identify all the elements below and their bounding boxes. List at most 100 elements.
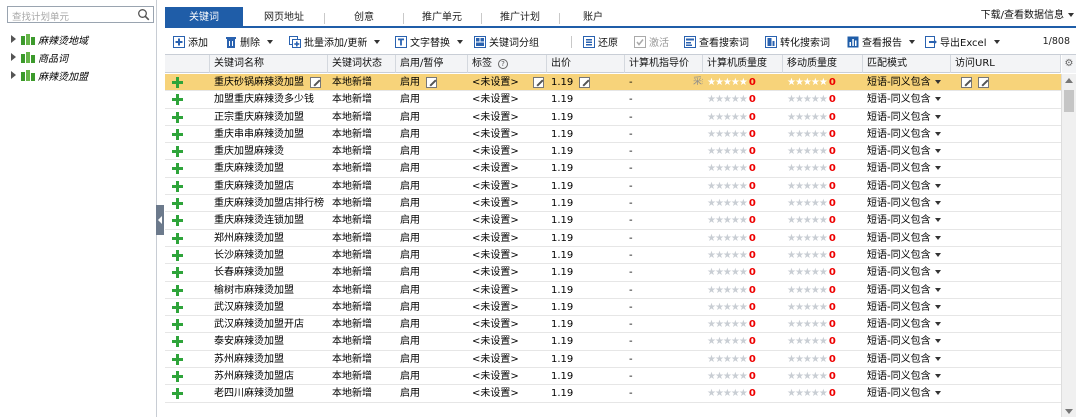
bid-cell[interactable]: 1.19 <box>547 126 625 143</box>
enable-cell[interactable]: 启用 <box>396 316 468 333</box>
bid-cell[interactable]: 1.19 <box>547 368 625 385</box>
visit-url-cell[interactable] <box>951 160 1061 177</box>
enable-cell[interactable]: 启用 <box>396 351 468 368</box>
visit-url-cell[interactable] <box>951 91 1061 108</box>
vertical-scrollbar[interactable] <box>1061 74 1076 417</box>
visit-url-cell[interactable] <box>951 195 1061 212</box>
keyword-name-cell[interactable]: 加盟重庆麻辣烫多少钱 <box>210 91 328 108</box>
keyword-name-cell[interactable]: 武汉麻辣烫加盟 <box>210 299 328 316</box>
visit-url-cell[interactable] <box>951 143 1061 160</box>
column-settings-gear-icon[interactable]: ⚙ <box>1062 55 1076 73</box>
chevron-down-icon[interactable] <box>934 356 941 361</box>
bid-cell[interactable]: 1.19 <box>547 195 625 212</box>
tag-cell[interactable]: <未设置> <box>468 351 547 368</box>
match-mode-cell[interactable]: 短语-同义包含 <box>863 74 951 91</box>
match-mode-cell[interactable]: 短语-同义包含 <box>863 385 951 402</box>
download-data-menu[interactable]: 下载/查看数据信息 <box>981 7 1074 28</box>
chevron-down-icon[interactable] <box>934 131 941 136</box>
edit-pencil-icon[interactable] <box>579 76 591 88</box>
header-pc-quality[interactable]: 计算机质量度 <box>703 55 783 73</box>
visit-url-cell[interactable] <box>951 264 1061 281</box>
visit-url-cell[interactable] <box>951 385 1061 402</box>
add-row-plus-icon[interactable] <box>172 94 183 106</box>
add-row-plus-icon[interactable] <box>172 284 183 296</box>
match-mode-cell[interactable]: 短语-同义包含 <box>863 195 951 212</box>
keyword-name-cell[interactable]: 重庆麻辣烫连锁加盟 <box>210 212 328 229</box>
match-mode-cell[interactable]: 短语-同义包含 <box>863 351 951 368</box>
match-mode-cell[interactable]: 短语-同义包含 <box>863 212 951 229</box>
match-mode-cell[interactable]: 短语-同义包含 <box>863 299 951 316</box>
chevron-down-icon[interactable] <box>934 235 941 240</box>
bid-cell[interactable]: 1.19 <box>547 74 625 91</box>
tree-item-plan-1[interactable]: 商品词 <box>11 48 88 66</box>
tab-keyword[interactable]: 关键词 <box>165 7 243 28</box>
table-row[interactable]: 重庆麻辣烫加盟 本地新增 启用 <未设置> 1.19- ★★★★★ 0 ★★★★★ 0 短语-同义… <box>165 160 1061 178</box>
match-mode-cell[interactable]: 短语-同义包含 <box>863 368 951 385</box>
edit-pencil-icon[interactable] <box>961 76 972 88</box>
visit-url-cell[interactable] <box>951 230 1061 247</box>
expand-arrow-icon[interactable] <box>11 53 16 61</box>
enable-cell[interactable]: 启用 <box>396 212 468 229</box>
visit-url-cell[interactable] <box>951 74 1061 91</box>
enable-cell[interactable]: 启用 <box>396 91 468 108</box>
plan-search-input[interactable]: 查找计划单元 <box>7 6 154 23</box>
table-row[interactable]: 老四川麻辣烫加盟 本地新增 启用 <未设置> 1.19- ★★★★★ 0 ★★★★★ 0 短语-同… <box>165 385 1061 403</box>
keyword-name-cell[interactable]: 武汉麻辣烫加盟开店 <box>210 316 328 333</box>
keyword-name-cell[interactable]: 榆树市麻辣烫加盟 <box>210 282 328 299</box>
keyword-name-cell[interactable]: 重庆麻辣烫加盟店 <box>210 178 328 195</box>
header-enable-pause[interactable]: 启用/暂停 <box>396 55 468 73</box>
enable-cell[interactable]: 启用 <box>396 299 468 316</box>
header-keyword-status[interactable]: 关键词状态 <box>328 55 396 73</box>
chevron-down-icon[interactable] <box>934 322 941 327</box>
match-mode-cell[interactable]: 短语-同义包含 <box>863 91 951 108</box>
match-mode-cell[interactable]: 短语-同义包含 <box>863 264 951 281</box>
tab-account[interactable]: 账户 <box>559 7 627 28</box>
tag-cell[interactable]: <未设置> <box>468 333 547 350</box>
tag-cell[interactable]: <未设置> <box>468 368 547 385</box>
add-row-plus-icon[interactable] <box>172 77 183 88</box>
add-row-plus-icon[interactable] <box>172 198 183 210</box>
enable-cell[interactable]: 启用 <box>396 385 468 402</box>
enable-cell[interactable]: 启用 <box>396 333 468 350</box>
chevron-down-icon[interactable] <box>934 80 941 84</box>
bid-cell[interactable]: 1.19 <box>547 299 625 316</box>
header-tag[interactable]: 标签? <box>468 55 547 73</box>
visit-url-cell[interactable] <box>951 351 1061 368</box>
keyword-name-cell[interactable]: 正宗重庆麻辣烫加盟 <box>210 109 328 126</box>
header-visit-url[interactable]: 访问URL <box>951 55 1061 73</box>
add-row-plus-icon[interactable] <box>172 353 183 365</box>
table-row[interactable]: 重庆串串麻辣烫加盟 本地新增 启用 <未设置> 1.19- ★★★★★ 0 ★★★★★ 0 短语-… <box>165 125 1061 144</box>
table-row[interactable]: 苏州麻辣烫加盟 本地新增 启用 <未设置> 1.19- ★★★★★ 0 ★★★★★ 0 短语-同义… <box>165 350 1061 369</box>
add-row-plus-icon[interactable] <box>172 249 183 261</box>
keyword-group-button[interactable]: 关键词分组 <box>474 33 539 50</box>
bid-cell[interactable]: 1.19 <box>547 385 625 402</box>
chevron-down-icon[interactable] <box>934 287 941 292</box>
header-mobile-quality[interactable]: 移动质量度 <box>783 55 863 73</box>
match-mode-cell[interactable]: 短语-同义包含 <box>863 230 951 247</box>
chevron-down-icon[interactable] <box>934 252 941 257</box>
table-row[interactable]: 长沙麻辣烫加盟 本地新增 启用 <未设置> 1.19- ★★★★★ 0 ★★★★★ 0 短语-同义… <box>165 246 1061 265</box>
chevron-down-icon[interactable] <box>934 201 941 206</box>
chevron-down-icon[interactable] <box>934 270 941 275</box>
match-mode-cell[interactable]: 短语-同义包含 <box>863 143 951 160</box>
chevron-down-icon[interactable] <box>934 304 941 309</box>
tag-cell[interactable]: <未设置> <box>468 316 547 333</box>
table-row[interactable]: 武汉麻辣烫加盟开店 本地新增 启用 <未设置> 1.19- ★★★★★ 0 ★★★★★ 0 短语-… <box>165 316 1061 334</box>
tag-cell[interactable]: <未设置> <box>468 247 547 264</box>
keyword-name-cell[interactable]: 长沙麻辣烫加盟 <box>210 247 328 264</box>
convert-search-terms-button[interactable]: 转化搜索词 <box>765 33 830 50</box>
match-mode-cell[interactable]: 短语-同义包含 <box>863 333 951 350</box>
visit-url-cell[interactable] <box>951 126 1061 143</box>
bid-cell[interactable]: 1.19 <box>547 178 625 195</box>
adopt-hint[interactable]: 采纳 <box>693 74 703 91</box>
chevron-down-icon[interactable] <box>934 391 941 396</box>
chevron-down-icon[interactable] <box>934 374 941 379</box>
bid-cell[interactable]: 1.19 <box>547 264 625 281</box>
add-row-plus-icon[interactable] <box>172 146 183 158</box>
enable-cell[interactable]: 启用 <box>396 282 468 299</box>
table-row[interactable]: 榆树市麻辣烫加盟 本地新增 启用 <未设置> 1.19- ★★★★★ 0 ★★★★★ 0 短语-同… <box>165 281 1061 299</box>
tag-cell[interactable]: <未设置> <box>468 212 547 229</box>
table-row[interactable]: 苏州麻辣烫加盟店 本地新增 启用 <未设置> 1.19- ★★★★★ 0 ★★★★★ 0 短语-同… <box>165 368 1061 386</box>
table-row[interactable]: 重庆砂锅麻辣烫加盟本地新增启用<未设置>1.19-采纳★★★★★0★★★★★0短… <box>165 74 1061 92</box>
tag-cell[interactable]: <未设置> <box>468 195 547 212</box>
